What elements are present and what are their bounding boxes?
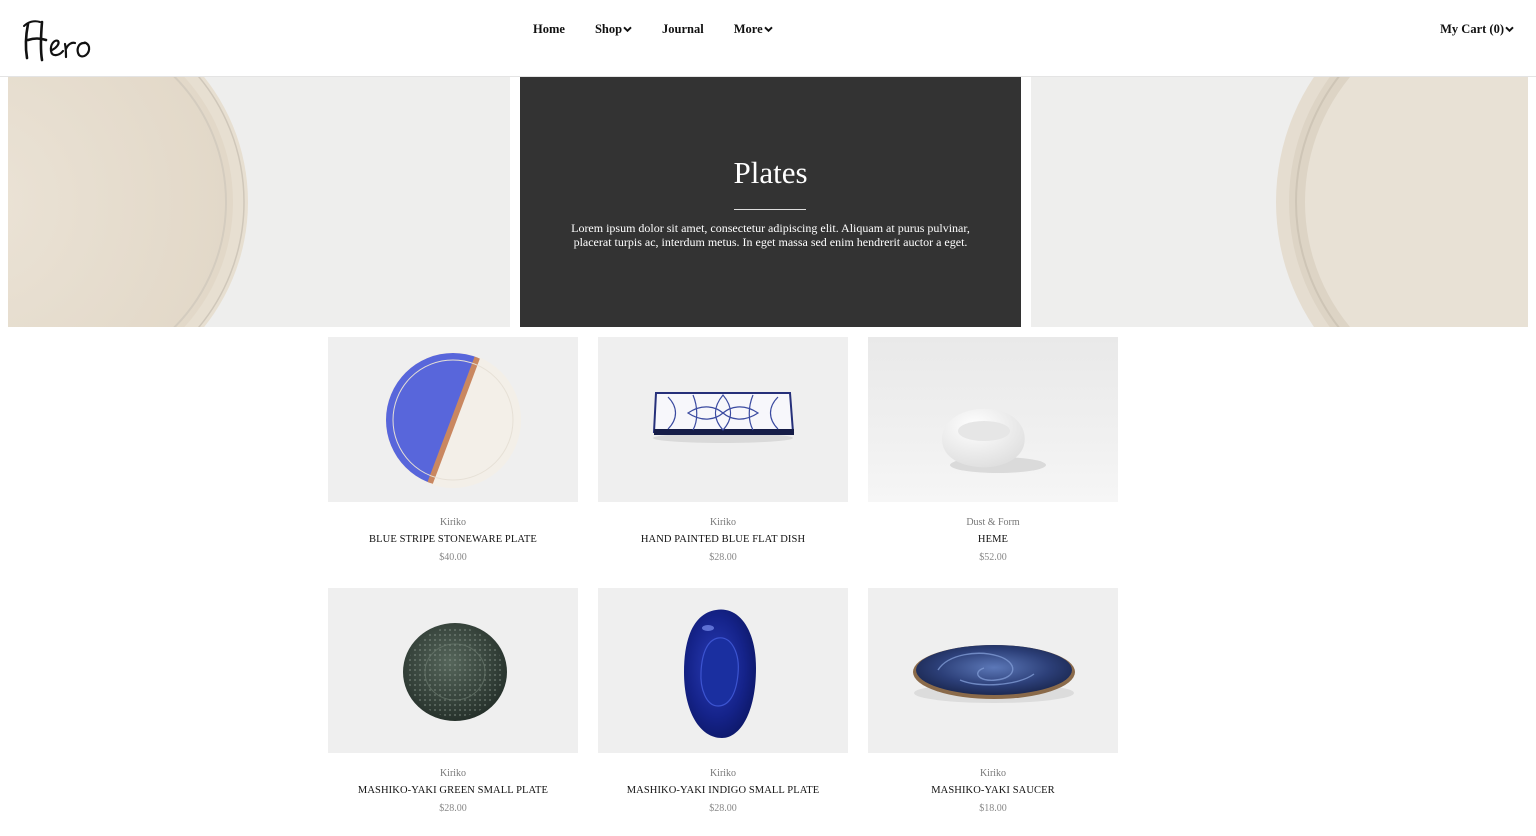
product-vendor: Dust & Form xyxy=(966,517,1020,528)
product-card[interactable]: Dust & Form HEME $52.00 xyxy=(868,337,1118,563)
product-card[interactable]: Kiriko BLUE STRIPE STONEWARE PLATE $40.0… xyxy=(328,337,578,563)
hero-description: Lorem ipsum dolor sit amet, consectetur … xyxy=(571,221,970,249)
product-title[interactable]: HAND PAINTED BLUE FLAT DISH xyxy=(598,534,848,548)
nav-journal-link[interactable]: Journal xyxy=(662,22,704,37)
product-vendor: Kiriko xyxy=(439,768,467,779)
product-card[interactable]: Kiriko MASHIKO-YAKI GREEN SMALL PLATE $2… xyxy=(328,588,578,814)
product-vendor: Kiriko xyxy=(709,768,737,779)
hero-divider xyxy=(734,209,806,210)
product-title[interactable]: MASHIKO-YAKI INDIGO SMALL PLATE xyxy=(598,785,848,799)
product-vendor: Kiriko xyxy=(709,517,737,528)
main-nav: Home Shop Journal More xyxy=(533,22,803,37)
product-price: $40.00 xyxy=(439,552,467,563)
product-price: $28.00 xyxy=(439,803,467,814)
product-image[interactable] xyxy=(328,337,578,502)
nav-home-label: Home xyxy=(533,22,565,36)
chevron-down-icon xyxy=(763,26,773,33)
product-image[interactable] xyxy=(598,337,848,502)
hero-banner: Plates Lorem ipsum dolor sit amet, conse… xyxy=(520,77,1021,327)
hero-left-image xyxy=(8,77,510,327)
product-price: $52.00 xyxy=(979,552,1007,563)
product-title[interactable]: BLUE STRIPE STONEWARE PLATE xyxy=(328,534,578,548)
product-price: $28.00 xyxy=(709,803,737,814)
product-image[interactable] xyxy=(868,337,1118,502)
product-image[interactable] xyxy=(328,588,578,753)
cart-label: My Cart (0) xyxy=(1440,22,1504,36)
product-image[interactable] xyxy=(598,588,848,753)
chevron-down-icon xyxy=(623,26,632,33)
nav-home-link[interactable]: Home xyxy=(533,22,565,37)
product-title[interactable]: MASHIKO-YAKI SAUCER xyxy=(868,785,1118,799)
hero-logo[interactable] xyxy=(22,14,106,66)
chevron-down-icon xyxy=(1505,26,1514,33)
nav-more-dropdown[interactable]: More xyxy=(734,22,773,37)
product-card[interactable]: Kiriko HAND PAINTED BLUE FLAT DISH $28.0… xyxy=(598,337,848,563)
nav-shop-label: Shop xyxy=(594,22,623,36)
product-price: $18.00 xyxy=(979,803,1007,814)
product-vendor: Kiriko xyxy=(439,517,467,528)
product-title[interactable]: MASHIKO-YAKI GREEN SMALL PLATE xyxy=(328,785,578,799)
product-price: $28.00 xyxy=(709,552,737,563)
nav-more-label: More xyxy=(733,22,763,36)
site-header: Home Shop Journal More My Cart (0) xyxy=(0,0,1536,77)
product-title[interactable]: HEME xyxy=(868,534,1118,548)
hero-title: Plates xyxy=(733,155,808,190)
product-card[interactable]: Kiriko MASHIKO-YAKI SAUCER $18.00 xyxy=(868,588,1118,814)
product-image[interactable] xyxy=(868,588,1118,753)
hero-right-image xyxy=(1031,77,1528,327)
cart-button[interactable]: My Cart (0) xyxy=(1440,22,1514,37)
product-vendor: Kiriko xyxy=(979,768,1007,779)
product-card[interactable]: Kiriko MASHIKO-YAKI INDIGO SMALL PLATE $… xyxy=(598,588,848,814)
nav-shop-dropdown[interactable]: Shop xyxy=(595,22,632,37)
nav-journal-label: Journal xyxy=(662,22,704,36)
